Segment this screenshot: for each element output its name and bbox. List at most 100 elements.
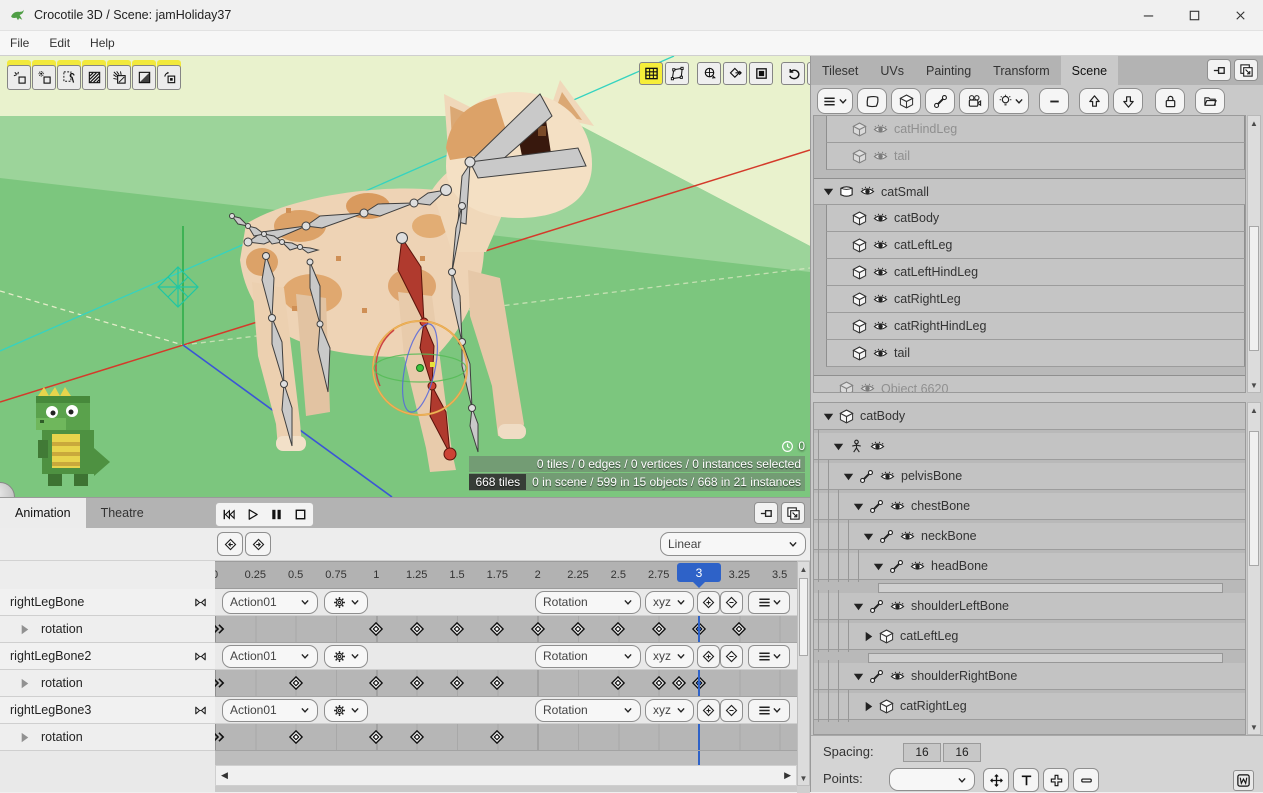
channel-label-cell[interactable]: rotation	[0, 616, 215, 643]
action-select[interactable]: Action01	[222, 699, 318, 722]
triangle-down-icon[interactable]	[850, 499, 866, 514]
tab-animation[interactable]: Animation	[0, 498, 86, 528]
keyframe[interactable]	[407, 728, 426, 747]
tab-uvs[interactable]: UVs	[869, 56, 915, 85]
points-minus-pill-button[interactable]	[1073, 768, 1099, 792]
eye-visibility-icon[interactable]	[873, 149, 888, 164]
bone-item-catBody[interactable]: catBody	[814, 403, 1245, 430]
viewport-tool-tile-rotate[interactable]	[157, 65, 181, 90]
keyframe-add-button[interactable]	[697, 699, 720, 722]
keyframe[interactable]	[669, 674, 688, 693]
viewport-canvas[interactable]	[0, 56, 810, 497]
bone-item-pelvisBone[interactable]: pelvisBone	[814, 463, 1245, 490]
points-plus-button[interactable]	[1043, 768, 1069, 792]
channel-select[interactable]: Rotation	[535, 699, 641, 722]
tab-tileset[interactable]: Tileset	[811, 56, 869, 85]
keyframe-lane[interactable]	[215, 670, 797, 697]
object-tree-scrollbar[interactable]: ▲ ▼	[1247, 402, 1261, 735]
bone-item-catLeftLeg[interactable]: catLeftLeg	[814, 623, 1245, 650]
toolbar-hamburger-button[interactable]	[817, 88, 853, 114]
pin-panel-button[interactable]	[754, 502, 778, 524]
tree-item-tail[interactable]: tail	[826, 340, 1245, 367]
play-button[interactable]	[241, 504, 264, 525]
track-name-cell[interactable]: rightLegBone	[0, 589, 215, 616]
channel-select[interactable]: Rotation	[535, 591, 641, 614]
track-pin-icon[interactable]	[193, 649, 208, 664]
viewport-tool-orbit[interactable]	[697, 62, 721, 85]
points-select[interactable]	[889, 768, 975, 791]
keyframe[interactable]	[407, 674, 426, 693]
bone-item-catRightLeg[interactable]: catRightLeg	[814, 693, 1245, 720]
spacing-y-input[interactable]: 16	[943, 743, 981, 762]
eye-visibility-icon[interactable]	[890, 669, 905, 684]
viewport-tool-tile-light[interactable]	[32, 65, 56, 90]
keyframe-remove-button[interactable]	[720, 699, 743, 722]
next-keyframe-button[interactable]	[245, 532, 271, 556]
track-pin-icon[interactable]	[193, 703, 208, 718]
toolbar-arrow-down-button[interactable]	[1113, 88, 1143, 114]
triangle-right-icon[interactable]	[860, 629, 876, 644]
toolbar-folder-button[interactable]	[1195, 88, 1225, 114]
eye-visibility-icon[interactable]	[910, 559, 925, 574]
track-menu-button[interactable]	[748, 591, 790, 614]
track-menu-button[interactable]	[748, 645, 790, 668]
channel-label-cell[interactable]: rotation	[0, 724, 215, 751]
viewport-tool-paint-hatch[interactable]	[82, 65, 106, 90]
tree-item-Object-6620[interactable]: Object 6620	[814, 375, 1245, 393]
keyframe-add-button[interactable]	[697, 645, 720, 668]
toolbar-cube-button[interactable]	[891, 88, 921, 114]
keyframe[interactable]	[609, 674, 628, 693]
keyframe[interactable]	[528, 620, 547, 639]
eye-visibility-icon[interactable]	[873, 346, 888, 361]
pin-panel-button[interactable]	[1207, 59, 1231, 81]
scroll-right-icon[interactable]: ▶	[784, 770, 791, 781]
action-select[interactable]: Action01	[222, 645, 318, 668]
points-text-button[interactable]	[1013, 768, 1039, 792]
eye-visibility-icon[interactable]	[890, 499, 905, 514]
triangle-down-icon[interactable]	[830, 439, 846, 454]
scroll-down-icon[interactable]: ▼	[1248, 720, 1260, 734]
keyframe[interactable]	[488, 674, 507, 693]
skip-start-button[interactable]	[217, 504, 240, 525]
viewport-tool-tile-select[interactable]	[57, 65, 81, 90]
triangle-down-icon[interactable]	[850, 599, 866, 614]
triangle-right-icon[interactable]	[17, 730, 32, 745]
eye-visibility-icon[interactable]	[880, 469, 895, 484]
scroll-up-icon[interactable]: ▲	[1248, 116, 1260, 130]
tree-item-catRightHindLeg[interactable]: catRightHindLeg	[826, 313, 1245, 340]
interpolation-select[interactable]: Linear	[660, 532, 806, 556]
toolbar-arrow-up-button[interactable]	[1079, 88, 1109, 114]
stop-button[interactable]	[289, 504, 312, 525]
keyframe[interactable]	[367, 620, 386, 639]
bone-item-headBone[interactable]: headBone	[814, 553, 1245, 580]
triangle-right-icon[interactable]	[17, 622, 32, 637]
keyframe[interactable]	[447, 674, 466, 693]
viewport-tool-fill-square[interactable]	[749, 62, 773, 85]
spacing-x-input[interactable]: 16	[903, 743, 941, 762]
tree-item-catLeftHindLeg[interactable]: catLeftHindLeg	[826, 259, 1245, 286]
menu-edit[interactable]: Edit	[39, 36, 80, 50]
timeline-hscrollbar[interactable]: ◀ ▶	[215, 765, 797, 786]
track-name-cell[interactable]: rightLegBone2	[0, 643, 215, 670]
eye-visibility-icon[interactable]	[870, 439, 885, 454]
channel-label-cell[interactable]: rotation	[0, 670, 215, 697]
viewport-tool-vertex-move[interactable]	[723, 62, 747, 85]
popout-panel-button[interactable]	[781, 502, 805, 524]
keyframe[interactable]	[367, 728, 386, 747]
eye-visibility-icon[interactable]	[873, 211, 888, 226]
viewport-tool-paint-spray[interactable]	[107, 65, 131, 90]
channel-select[interactable]: Rotation	[535, 645, 641, 668]
action-select[interactable]: Action01	[222, 591, 318, 614]
viewport-tool-undo[interactable]	[781, 62, 805, 85]
tab-transform[interactable]: Transform	[982, 56, 1061, 85]
tree-item-catLeftLeg[interactable]: catLeftLeg	[826, 232, 1245, 259]
scrollbar-thumb[interactable]	[1249, 226, 1259, 351]
bone-item-neckBone[interactable]: neckBone	[814, 523, 1245, 550]
eye-visibility-icon[interactable]	[873, 238, 888, 253]
keyframe-lane[interactable]	[215, 616, 797, 643]
bone-item-chestBone[interactable]: chestBone	[814, 493, 1245, 520]
eye-visibility-icon[interactable]	[890, 599, 905, 614]
track-pin-icon[interactable]	[193, 595, 208, 610]
tab-theatre[interactable]: Theatre	[86, 498, 159, 528]
minimize-button[interactable]	[1125, 0, 1171, 30]
